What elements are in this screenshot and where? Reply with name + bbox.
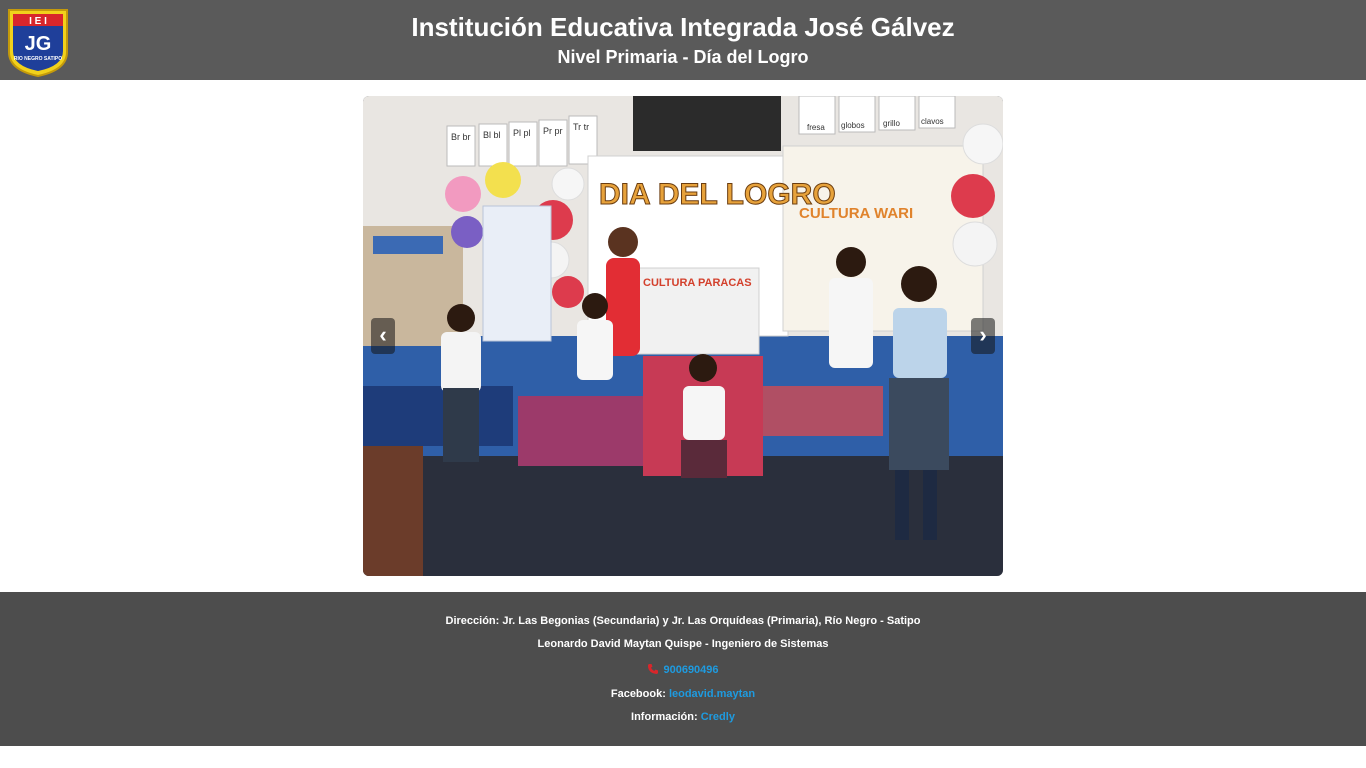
site-footer: Dirección: Jr. Las Begonias (Secundaria)… (0, 592, 1366, 746)
footer-facebook-row: Facebook: leodavid.maytan (0, 687, 1366, 701)
carousel-next-button[interactable]: › (971, 318, 995, 354)
footer-phone-row: 900690496 (0, 663, 1366, 677)
phone-link[interactable]: 900690496 (663, 664, 718, 676)
phone-icon (648, 664, 659, 674)
classroom-photo: Br br Bl bl Pl pl Pr pr Tr tr fresa glob… (363, 96, 1003, 576)
svg-text:Pr pr: Pr pr (543, 126, 563, 136)
svg-text:Tr tr: Tr tr (573, 122, 589, 132)
svg-text:Pl pl: Pl pl (513, 128, 531, 138)
svg-text:Br br: Br br (451, 132, 471, 142)
facebook-link[interactable]: leodavid.maytan (669, 688, 755, 700)
facebook-label: Facebook: (610, 688, 669, 700)
credly-link[interactable]: Credly (701, 711, 735, 723)
svg-text:fresa: fresa (807, 123, 825, 132)
svg-text:grillo: grillo (883, 119, 900, 128)
footer-address: Dirección: Jr. Las Begonias (Secundaria)… (445, 615, 921, 627)
svg-text:globos: globos (841, 121, 865, 130)
carousel-prev-button[interactable]: ‹ (371, 318, 395, 354)
page-subtitle: Nivel Primaria - Día del Logro (557, 47, 809, 67)
svg-text:clavos: clavos (921, 117, 944, 126)
page-title: Institución Educativa Integrada José Gál… (411, 12, 955, 42)
sign-wari: CULTURA WARI (799, 205, 913, 222)
site-header: I E I JG RIO NEGRO SATIPO Institución Ed… (0, 0, 1366, 80)
info-label: Información: (631, 711, 701, 723)
footer-info-row: Información: Credly (0, 710, 1366, 724)
photo-carousel[interactable]: Br br Bl bl Pl pl Pr pr Tr tr fresa glob… (363, 96, 1003, 576)
svg-text:Bl bl: Bl bl (483, 130, 501, 140)
sign-paracas: CULTURA PARACAS (643, 277, 752, 289)
footer-author: Leonardo David Maytan Quispe - Ingeniero… (537, 638, 829, 650)
